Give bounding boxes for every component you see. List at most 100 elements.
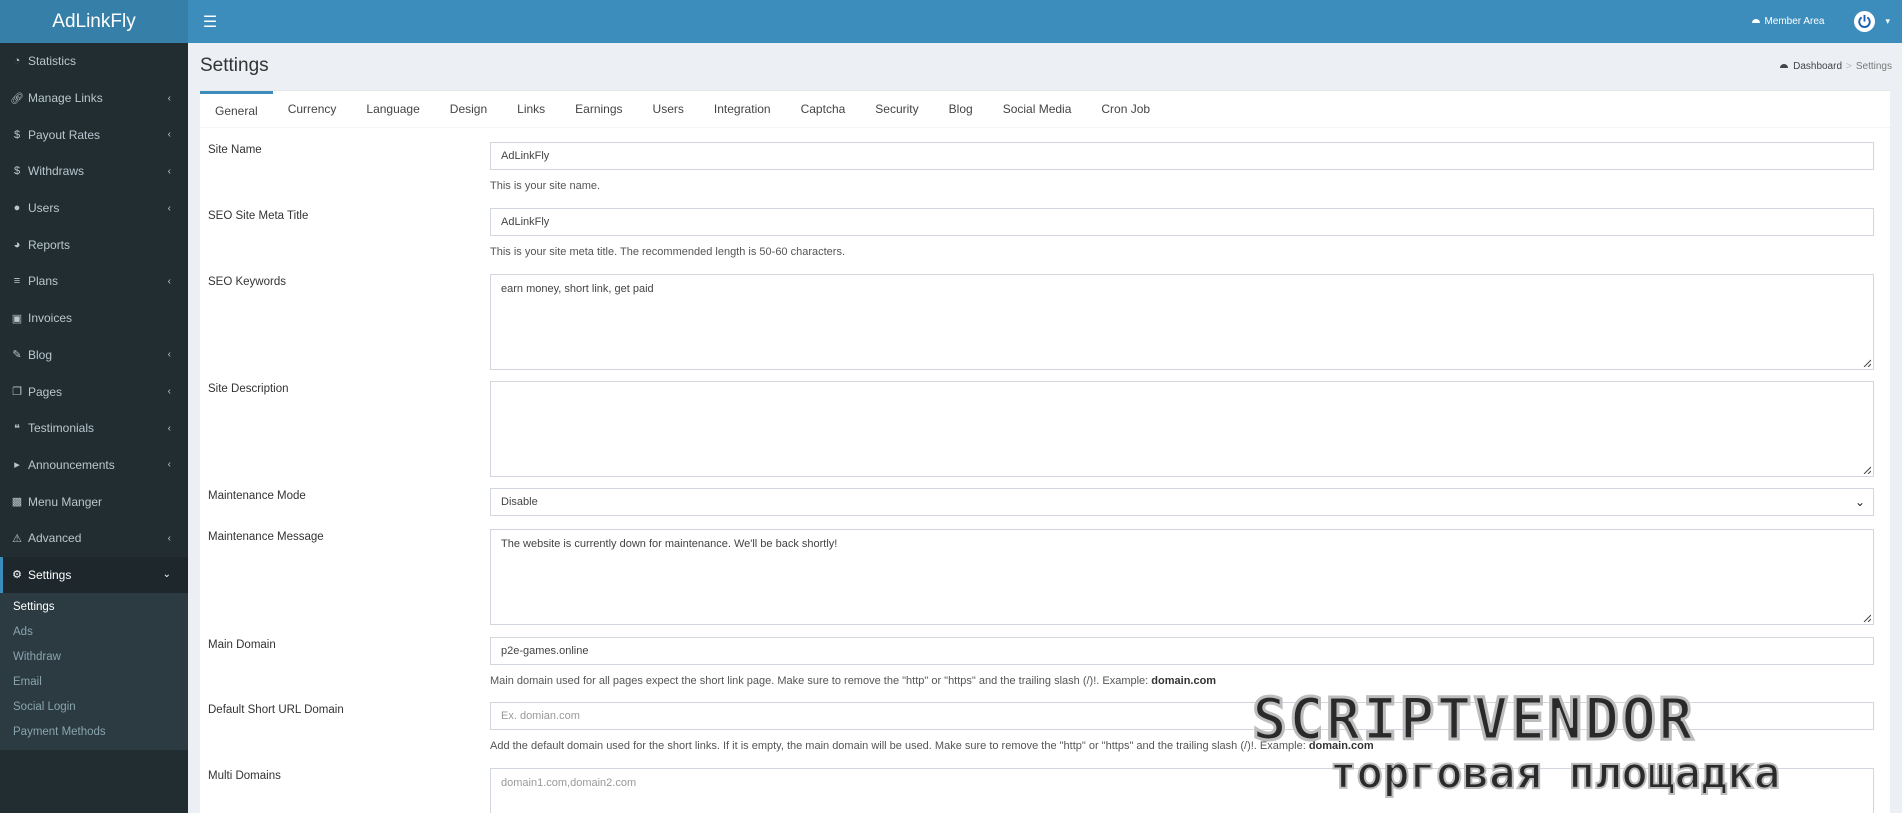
default-short-domain-help: Add the default domain used for the shor… [490,740,1374,752]
tab-blog[interactable]: Blog [934,91,988,127]
site-name-label: Site Name [208,144,262,156]
maintenance-mode-select[interactable]: Disable ⌄ [490,488,1874,516]
sidebar-item-manage-links[interactable]: 🔗︎ Manage Links ‹ [0,80,188,117]
tab-social-media[interactable]: Social Media [988,91,1087,127]
chevron-left-icon: ‹ [167,386,171,398]
sidebar-item-label: Statistics [28,54,77,69]
dashboard-icon [1779,61,1789,72]
sidebar-item-label: Advanced [28,531,82,546]
page-title: Settings [200,55,269,76]
sidebar-item-label: Testimonials [28,421,95,436]
main-domain-help-text: Main domain used for all pages expect th… [490,675,1152,687]
submenu-item-settings[interactable]: Settings [0,594,188,619]
maintenance-message-label: Maintenance Message [208,531,324,543]
breadcrumb-current: Settings [1855,61,1892,72]
user-menu-caret-icon[interactable]: ▾ [1885,16,1890,27]
sidebar-item-label: Menu Manger [28,494,103,509]
blog-icon: ✎ [12,349,22,362]
settings-box: General Currency Language Design Links E… [200,90,1890,813]
default-short-domain-help-example: domain.com [1308,740,1374,752]
site-name-value: AdLinkFly [501,150,550,162]
hamburger-icon: ☰ [202,13,218,31]
menu-icon: ▩ [11,496,23,509]
sidebar-item-label: Withdraws [28,164,85,179]
sidebar-item-advanced[interactable]: ⚠︎ Advanced ‹ [0,520,188,557]
maintenance-message-value: The website is currently down for mainte… [501,538,838,550]
tab-earnings[interactable]: Earnings [560,91,637,127]
tab-design[interactable]: Design [435,91,502,127]
chevron-left-icon: ‹ [167,165,171,177]
user-menu-avatar[interactable] [1854,11,1876,32]
sidebar-item-statistics[interactable]: ◔ Statistics [0,43,188,80]
list-icon: ≡ [13,275,21,288]
power-icon [1858,14,1872,28]
breadcrumb-separator: > [1846,61,1852,72]
tab-general[interactable]: General [200,91,273,127]
chevron-left-icon: ‹ [167,532,171,544]
settings-submenu: Settings Ads Withdraw Email Social Login… [0,593,188,751]
tab-currency[interactable]: Currency [273,91,352,127]
sidebar-item-menu-manger[interactable]: ▩ Menu Manger [0,483,188,520]
main-domain-input[interactable]: p2e-games.online [490,637,1874,665]
sidebar-item-label: Manage Links [28,91,103,106]
chevron-down-icon: ⌄ [1854,495,1865,509]
sidebar-toggle-button[interactable]: ☰ [188,0,232,43]
pages-icon: ❐ [12,386,22,399]
tab-integration[interactable]: Integration [699,91,786,127]
maintenance-mode-label: Maintenance Mode [208,490,306,502]
sidebar-item-label: Plans [28,274,59,289]
tab-links[interactable]: Links [502,91,560,127]
submenu-item-email[interactable]: Email [0,669,188,694]
sidebar-item-label: Blog [28,347,53,362]
chevron-left-icon: ‹ [167,422,171,434]
site-description-textarea[interactable] [490,381,1874,477]
tab-language[interactable]: Language [351,91,434,127]
seo-title-input[interactable]: AdLinkFly [490,208,1874,236]
submenu-item-withdraw[interactable]: Withdraw [0,644,188,669]
sidebar-item-announcements[interactable]: ▸ Announcements ‹ [0,447,188,484]
sidebar-item-reports[interactable]: ◕ Reports [0,226,188,263]
sidebar-item-plans[interactable]: ≡ Plans ‹ [0,263,188,300]
pie-chart-icon: ◕ [13,238,21,251]
sidebar-item-users[interactable]: ● Users ‹ [0,190,188,227]
seo-keywords-textarea[interactable]: earn money, short link, get paid [490,274,1874,370]
sidebar-item-blog[interactable]: ✎ Blog ‹ [0,337,188,374]
brand-logo[interactable]: AdLinkFly [0,0,188,43]
tab-cron-job[interactable]: Cron Job [1086,91,1165,127]
chevron-left-icon: ‹ [167,202,171,214]
multi-domains-placeholder: domain1.com,domain2.com [501,777,637,789]
sidebar-item-invoices[interactable]: ▣ Invoices [0,300,188,337]
sidebar-item-label: Pages [28,384,63,399]
sidebar-item-withdraws[interactable]: $ Withdraws ‹ [0,153,188,190]
main-domain-label: Main Domain [208,639,276,651]
multi-domains-textarea[interactable]: domain1.com,domain2.com [490,768,1874,813]
maintenance-message-textarea[interactable]: The website is currently down for mainte… [490,529,1874,625]
warning-icon: ⚠︎ [12,532,22,545]
breadcrumb-dashboard-link[interactable]: Dashboard [1793,61,1842,72]
site-name-input[interactable]: AdLinkFly [490,142,1874,170]
submenu-item-ads[interactable]: Ads [0,619,188,644]
bullhorn-icon: ▸ [14,459,20,472]
member-area-link[interactable]: Member Area [1751,16,1824,27]
sidebar-item-label: Settings [28,567,72,582]
sidebar-item-payout-rates[interactable]: $ Payout Rates ‹ [0,116,188,153]
sidebar-item-pages[interactable]: ❐ Pages ‹ [0,373,188,410]
users-icon: ● [13,202,21,215]
tab-captcha[interactable]: Captcha [786,91,861,127]
resize-handle-icon[interactable] [1863,614,1871,622]
submenu-item-social-login[interactable]: Social Login [0,694,188,719]
sidebar-item-settings[interactable]: ⚙︎ Settings ⌄ [0,556,188,594]
sidebar-item-testimonials[interactable]: ❝ Testimonials ‹ [0,410,188,447]
sidebar-item-label: Payout Rates [28,127,101,142]
default-short-domain-input[interactable]: Ex. domian.com [490,702,1874,730]
settings-tabs: General Currency Language Design Links E… [200,91,1890,128]
tab-security[interactable]: Security [860,91,933,127]
main-domain-help: Main domain used for all pages expect th… [490,675,1216,687]
resize-handle-icon[interactable] [1863,466,1871,474]
site-description-label: Site Description [208,383,289,395]
resize-handle-icon[interactable] [1863,359,1871,367]
chevron-left-icon: ‹ [167,129,171,141]
submenu-item-payment-methods[interactable]: Payment Methods [0,719,188,744]
tab-users[interactable]: Users [638,91,699,127]
dashboard-icon: ◔ [13,55,21,68]
